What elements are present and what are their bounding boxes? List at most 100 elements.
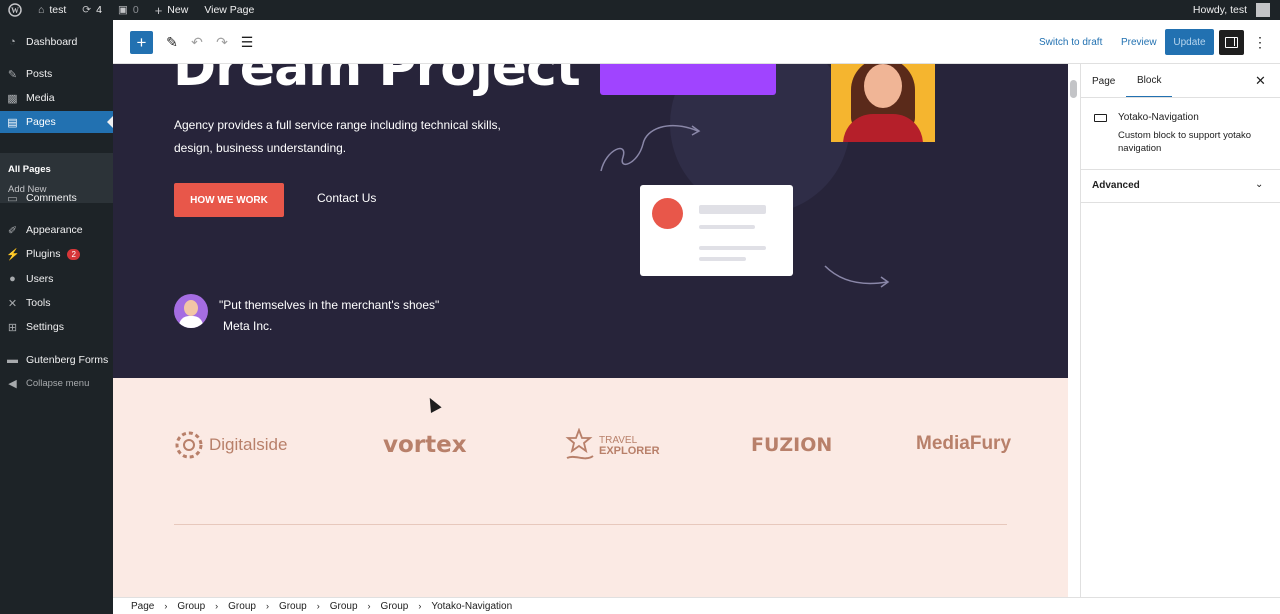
- switch-to-draft-button[interactable]: Switch to draft: [1039, 34, 1102, 50]
- breadcrumb-group[interactable]: Group: [177, 601, 205, 612]
- hero-description: Agency provides a full service range inc…: [174, 118, 501, 155]
- avatar: [1256, 3, 1270, 17]
- chevron-right-icon: ›: [418, 601, 422, 611]
- pin-icon: ✎: [7, 68, 18, 81]
- testimonial-company: Meta Inc.: [223, 319, 273, 333]
- sidebar-item-media[interactable]: ▩ Media: [0, 87, 113, 109]
- hero-section[interactable]: Dream Project Agency provides a full ser…: [113, 64, 1068, 378]
- plugin-icon: ⚡: [6, 248, 20, 261]
- close-settings-button[interactable]: ✕: [1255, 73, 1266, 89]
- plus-icon: +: [136, 32, 147, 52]
- sidebar-item-settings[interactable]: ⊞ Settings: [0, 316, 113, 338]
- client-logos-section[interactable]: Digitalside vortex TRAVEL EXPLORER FUZIO…: [113, 378, 1068, 597]
- plus-icon: +: [154, 2, 163, 18]
- sidebar-item-users[interactable]: ● Users: [0, 268, 113, 290]
- redo-icon: ↷: [216, 33, 228, 50]
- updates-link[interactable]: ⟳ 4: [74, 0, 110, 20]
- hero-title: Dream Project: [173, 64, 581, 98]
- canvas-scroll-track: [1068, 64, 1081, 597]
- settings-icon: ⊞: [7, 321, 18, 334]
- logo-fuzion: FUZION: [751, 434, 833, 456]
- wrench-icon: ✕: [7, 297, 18, 310]
- block-breadcrumb: Page › Group › Group › Group › Group › G…: [113, 597, 1280, 614]
- editor-canvas[interactable]: Dream Project Agency provides a full ser…: [113, 64, 1068, 597]
- redo-button[interactable]: ↷: [213, 32, 231, 52]
- sidebar-item-dashboard[interactable]: ◔ Dashboard: [0, 31, 113, 53]
- pages-icon: ▤: [7, 116, 18, 129]
- block-inserter-button[interactable]: +: [130, 31, 153, 54]
- undo-icon: ↶: [191, 33, 203, 50]
- home-icon: ⌂: [38, 4, 45, 16]
- dashboard-icon: ◔: [9, 36, 16, 48]
- testimonial-quote: "Put themselves in the merchant's shoes": [219, 298, 440, 312]
- sidebar-item-posts[interactable]: ✎ Posts: [0, 63, 113, 85]
- undo-button[interactable]: ↶: [188, 32, 206, 52]
- decorative-purple-block: [600, 64, 776, 95]
- tab-page[interactable]: Page: [1092, 64, 1115, 98]
- breadcrumb-group[interactable]: Group: [381, 601, 409, 612]
- settings-toggle-button[interactable]: [1219, 30, 1244, 55]
- section-divider: [174, 524, 1007, 525]
- comments-link[interactable]: ▣ 0: [110, 0, 147, 20]
- advanced-panel-toggle[interactable]: Advanced: [1092, 180, 1140, 191]
- chevron-right-icon: ›: [367, 601, 371, 611]
- breadcrumb-group[interactable]: Group: [279, 601, 307, 612]
- sidebar-item-tools[interactable]: ✕ Tools: [0, 292, 113, 314]
- sidebar-item-appearance[interactable]: ✐ Appearance: [0, 219, 113, 241]
- plugins-update-badge: 2: [67, 248, 80, 260]
- decorative-arrow: [824, 265, 890, 288]
- view-page-link[interactable]: View Page: [196, 0, 262, 20]
- forms-icon: ▬: [7, 354, 18, 366]
- media-icon: ▩: [7, 92, 18, 105]
- chevron-right-icon: ›: [215, 601, 219, 611]
- brush-icon: ✐: [7, 224, 18, 237]
- breadcrumb-group[interactable]: Group: [228, 601, 256, 612]
- breadcrumb-current-block[interactable]: Yotako-Navigation: [431, 601, 512, 612]
- chevron-right-icon: ›: [164, 601, 168, 611]
- more-vertical-icon: ⋮: [1253, 33, 1267, 50]
- edit-tool-button[interactable]: ✎: [163, 32, 181, 52]
- collapse-icon: ◀: [8, 377, 17, 390]
- logo-digitalside: Digitalside: [173, 430, 287, 460]
- decorative-squiggle: [600, 124, 701, 172]
- list-view-icon: ☰: [240, 33, 254, 50]
- admin-bar: W ⌂ test ⟳ 4 ▣ 0 + New View Page Howdy, …: [0, 0, 1280, 20]
- sidebar-item-plugins[interactable]: ⚡ Plugins 2: [0, 243, 113, 265]
- panel-divider: [1081, 169, 1280, 170]
- editor-header: + ✎ ↶ ↷ ☰ Switch to draft Preview Update…: [113, 20, 1280, 64]
- sidebar-item-gutenberg-forms[interactable]: ▬ Gutenberg Forms: [0, 349, 113, 371]
- submenu-all-pages[interactable]: All Pages: [8, 164, 51, 175]
- logo-vortex: vortex: [383, 432, 467, 458]
- decorative-profile-card: [640, 185, 793, 276]
- options-menu-button[interactable]: ⋮: [1253, 32, 1267, 52]
- canvas-scrollbar-thumb[interactable]: [1070, 80, 1077, 98]
- wordpress-logo-icon[interactable]: W: [0, 0, 30, 20]
- pencil-icon: ✎: [166, 33, 178, 50]
- portrait-image[interactable]: [831, 64, 935, 142]
- svg-text:W: W: [11, 6, 19, 15]
- collapse-menu-button[interactable]: ◀ Collapse menu: [0, 372, 113, 394]
- contact-us-link[interactable]: Contact Us: [317, 191, 376, 205]
- block-type-icon: [1094, 114, 1107, 122]
- panel-divider: [1081, 202, 1280, 203]
- sidebar-item-comments[interactable]: ▭ Comments: [0, 187, 113, 209]
- travel-explorer-logo-icon: [565, 428, 594, 460]
- chevron-down-icon[interactable]: ⌄: [1255, 179, 1263, 190]
- update-button[interactable]: Update: [1165, 29, 1214, 55]
- list-view-button[interactable]: ☰: [238, 32, 256, 52]
- account-menu[interactable]: Howdy, test: [1185, 0, 1280, 20]
- breadcrumb-page[interactable]: Page: [131, 601, 154, 612]
- updates-icon: ⟳: [82, 4, 92, 16]
- testimonial-avatar: [174, 294, 208, 328]
- close-icon: ✕: [1255, 73, 1266, 88]
- preview-button[interactable]: Preview: [1121, 34, 1157, 50]
- how-we-work-button[interactable]: HOW WE WORK: [174, 183, 284, 217]
- new-content-link[interactable]: + New: [147, 0, 197, 20]
- sidebar-item-pages[interactable]: ▤ Pages: [0, 111, 113, 133]
- sidebar-panel-icon: [1225, 37, 1238, 48]
- chevron-right-icon: ›: [265, 601, 269, 611]
- tab-block[interactable]: Block: [1126, 64, 1173, 98]
- breadcrumb-group[interactable]: Group: [330, 601, 358, 612]
- site-name-link[interactable]: ⌂ test: [30, 0, 74, 20]
- admin-sidebar: ◔ Dashboard ✎ Posts ▩ Media ▤ Pages All …: [0, 20, 113, 614]
